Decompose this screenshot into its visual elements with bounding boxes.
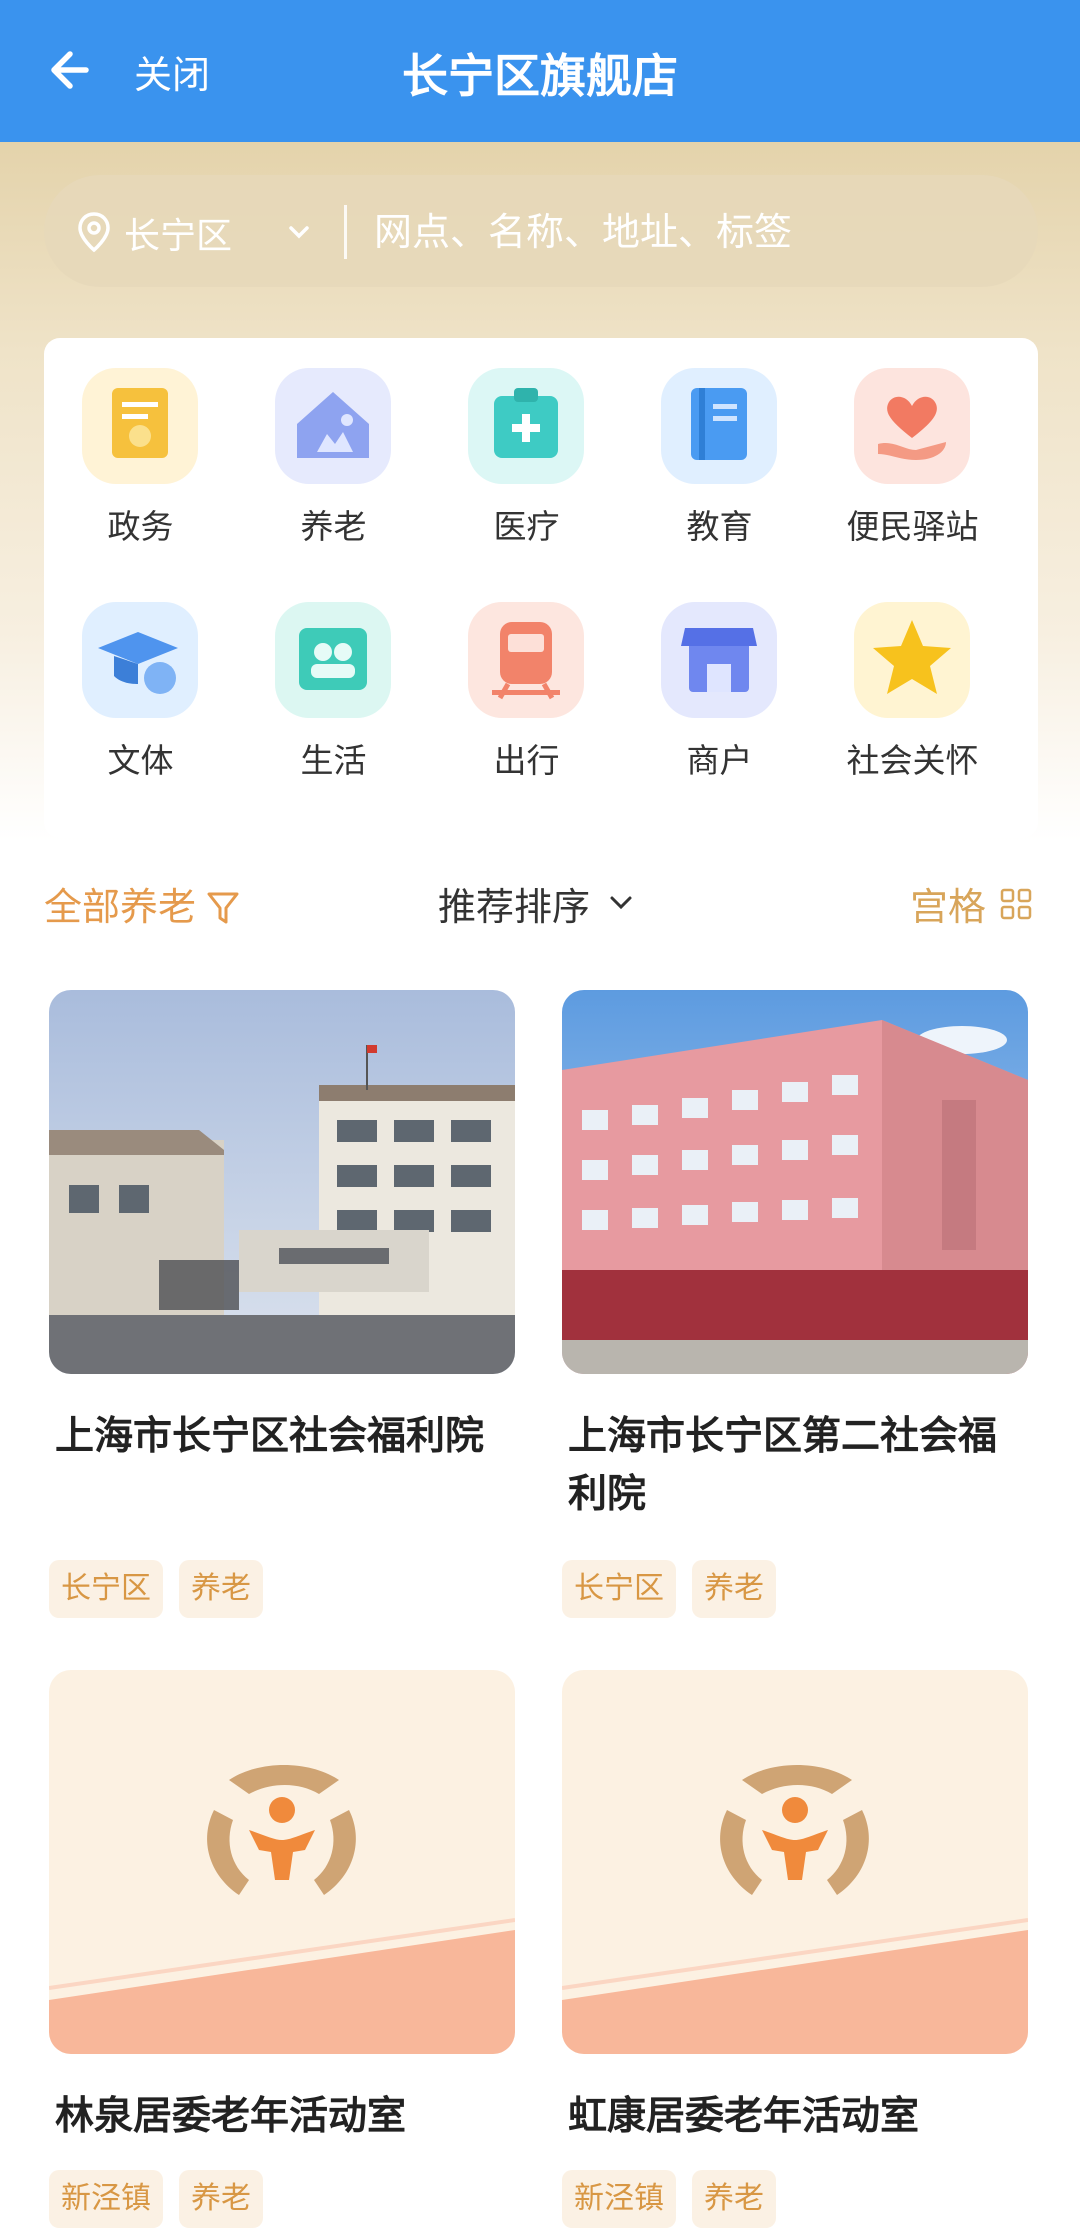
facility-name: 林泉居委老年活动室	[55, 2094, 407, 2139]
region-tag: 长宁区	[49, 1560, 163, 1618]
placeholder-image	[49, 1670, 515, 2054]
tag-list: 长宁区 养老	[562, 1560, 776, 1618]
chevron-down-icon[interactable]	[606, 888, 636, 918]
category-label: 养老	[300, 507, 367, 546]
location-pin-icon	[78, 212, 110, 253]
category-label: 出行	[493, 741, 560, 780]
app-header: 关闭 长宁区旗舰店	[0, 0, 1080, 142]
book-icon	[661, 368, 777, 484]
category-yiliao[interactable]: 医疗	[430, 338, 623, 546]
category-tag: 养老	[179, 1560, 263, 1618]
category-bianmin[interactable]: 便民驿站	[816, 338, 1009, 546]
category-filter[interactable]: 全部养老	[44, 876, 196, 931]
facility-name: 虹康居委老年活动室	[568, 2094, 920, 2139]
category-label: 医疗	[493, 507, 560, 546]
category-label: 生活	[300, 741, 367, 780]
region-tag: 新泾镇	[562, 2170, 676, 2228]
graduation-cap-icon	[82, 602, 198, 718]
category-shehuiguanhuai[interactable]: 社会关怀	[816, 572, 1009, 780]
category-label: 商户	[686, 741, 753, 780]
search-input[interactable]	[374, 197, 1014, 267]
category-grid: 政务 养老 医疗 教育 便民驿站 文体 生活 出行 商户 社会关怀	[44, 338, 1038, 838]
category-zhengwu[interactable]: 政务	[44, 338, 237, 546]
category-jiaoyu[interactable]: 教育	[623, 338, 816, 546]
facility-card[interactable]: 虹康居委老年活动室 新泾镇 养老	[562, 1670, 1028, 2233]
category-yanglao[interactable]: 养老	[237, 338, 430, 546]
facility-photo	[562, 990, 1028, 1374]
people-icon	[275, 602, 391, 718]
category-label: 便民驿站	[846, 507, 979, 546]
category-label: 政务	[107, 507, 174, 546]
category-label: 文体	[107, 741, 174, 780]
facility-card[interactable]: 上海市长宁区社会福利院 长宁区 养老	[49, 990, 515, 1620]
grid-icon[interactable]	[1000, 888, 1032, 920]
category-label: 教育	[686, 507, 753, 546]
star-icon	[854, 602, 970, 718]
filter-bar: 全部养老 推荐排序 宫格	[0, 870, 1080, 934]
category-chuxing[interactable]: 出行	[430, 572, 623, 780]
search-bar: 长宁区	[44, 175, 1038, 287]
category-tag: 养老	[179, 2170, 263, 2228]
facility-photo	[49, 990, 515, 1374]
facility-card[interactable]: 上海市长宁区第二社会福利院 长宁区 养老	[562, 990, 1028, 1620]
funnel-icon[interactable]	[206, 890, 240, 926]
chevron-down-icon[interactable]	[284, 217, 314, 247]
page-title: 长宁区旗舰店	[402, 49, 678, 103]
category-tag: 养老	[692, 1560, 776, 1618]
placeholder-image	[562, 1670, 1028, 2054]
facility-card[interactable]: 林泉居委老年活动室 新泾镇 养老	[49, 1670, 515, 2233]
category-tag: 养老	[692, 2170, 776, 2228]
shop-icon	[661, 602, 777, 718]
tag-list: 新泾镇 养老	[49, 2170, 263, 2228]
category-label: 社会关怀	[846, 741, 979, 780]
heart-hand-icon	[854, 368, 970, 484]
tag-list: 长宁区 养老	[49, 1560, 263, 1618]
medical-kit-icon	[468, 368, 584, 484]
category-wenti[interactable]: 文体	[44, 572, 237, 780]
house-icon	[275, 368, 391, 484]
region-tag: 新泾镇	[49, 2170, 163, 2228]
category-shenghuo[interactable]: 生活	[237, 572, 430, 780]
search-divider	[344, 205, 347, 259]
tag-list: 新泾镇 养老	[562, 2170, 776, 2228]
facility-name: 上海市长宁区社会福利院	[55, 1414, 485, 1459]
certificate-icon	[82, 368, 198, 484]
train-icon	[468, 602, 584, 718]
region-selector[interactable]: 长宁区	[124, 207, 232, 259]
sort-selector[interactable]: 推荐排序	[438, 876, 590, 931]
category-shanghu[interactable]: 商户	[623, 572, 816, 780]
grid-view-toggle[interactable]: 宫格	[910, 876, 986, 931]
region-tag: 长宁区	[562, 1560, 676, 1618]
facility-name: 上海市长宁区第二社会福利院	[568, 1414, 998, 1517]
